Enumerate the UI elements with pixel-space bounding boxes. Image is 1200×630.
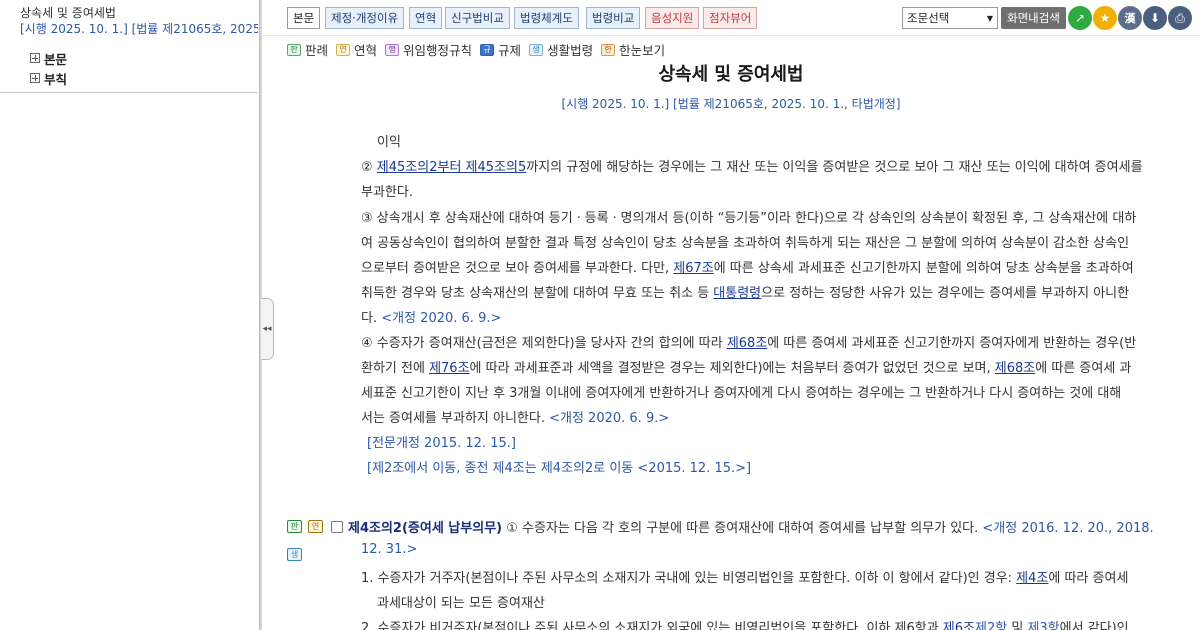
collapse-sidebar-button[interactable]: ◂◂ xyxy=(261,298,274,360)
law-compare-button[interactable]: 법령비교 xyxy=(586,7,641,29)
body-line: 이익 xyxy=(377,135,401,150)
article-select-value: 조문선택 xyxy=(907,11,950,25)
article-4-2-line: 제4조의2(증여세 납부의무) ① 수증자는 다음 각 호의 구분에 따른 증여… xyxy=(348,521,1154,536)
article-link[interactable]: 제67조 xyxy=(673,261,713,276)
legend-history[interactable]: 연 연혁 xyxy=(336,40,377,59)
legend-delegated-rules[interactable]: 행 위임행정규칙 xyxy=(385,40,472,59)
article-link[interactable]: 제68조 xyxy=(727,336,767,351)
amendment-link[interactable]: <개정 2020. 6. 9.> xyxy=(549,411,669,426)
paragraph-4-line: 환하기 전에 제76조에 따라 과세표준과 세액을 결정받은 경우는 제외한다)… xyxy=(361,361,1132,376)
sidebar-law-title[interactable]: 상속세 및 증여세법 xyxy=(20,4,116,21)
paragraph-4-line: 서는 증여세를 부과하지 아니한다. <개정 2020. 6. 9.> xyxy=(361,411,670,426)
page-title: 상속세 및 증여세법 xyxy=(658,64,804,85)
item-1-line: 과세대상이 되는 모든 증여재산 xyxy=(377,596,545,611)
tree-item-main[interactable]: 본문 xyxy=(30,48,67,68)
old-new-compare-button[interactable]: 신구법비교 xyxy=(445,7,510,29)
revision-note: [제2조에서 이동, 종전 제4조는 제4조의2로 이동 <2015. 12. … xyxy=(367,461,752,476)
legend-regulation[interactable]: 규 규제 xyxy=(480,40,521,59)
revision-note: [전문개정 2015. 12. 15.] xyxy=(367,436,516,451)
history-button[interactable]: 연혁 xyxy=(409,7,443,29)
legend-precedent[interactable]: 판 판례 xyxy=(287,40,328,59)
expand-plus-icon[interactable] xyxy=(30,73,40,83)
paragraph-link[interactable]: 제3항 xyxy=(1027,621,1059,630)
paragraph-4-line: 세표준 신고기한이 지난 후 3개월 이내에 증여자에게 반환하거나 증여자에게… xyxy=(361,386,1122,401)
paragraph-3-line: 다. <개정 2020. 6. 9.> xyxy=(361,311,502,326)
chevron-down-icon: ▼ xyxy=(986,13,993,23)
article-select[interactable]: 조문선택 ▼ xyxy=(902,7,998,29)
sidebar-tree: 본문 부칙 xyxy=(30,48,67,88)
sidebar-divider xyxy=(0,92,258,93)
tree-item-addendum[interactable]: 부칙 xyxy=(30,68,67,88)
page-subtitle: [시행 2025. 10. 1.] [법률 제21065호, 2025. 10.… xyxy=(561,97,901,111)
amendment-link[interactable]: <개정 2016. 12. 20., 2018. xyxy=(982,521,1153,536)
item-2-line: 2. 수증자가 비거주자(본점이나 주된 사무소의 소재지가 외국에 있는 비영… xyxy=(361,617,1129,630)
amendment-reason-button[interactable]: 제정·개정이유 xyxy=(325,7,405,29)
decree-link[interactable]: 대통령령 xyxy=(713,286,761,301)
share-icon[interactable]: ↗ xyxy=(1068,6,1092,30)
paragraph-3-line: 으로부터 증여받은 것으로 보아 증여세를 부과한다. 다만, 제67조에 따른… xyxy=(361,261,1134,276)
precedent-badge-icon[interactable]: 판 xyxy=(287,520,302,533)
paragraph-3-line: 취득한 경우와 당초 상속재산의 분할에 대하여 무효 또는 취소 등 대통령령… xyxy=(361,286,1130,301)
living-law-badge-icon[interactable]: 생 xyxy=(287,548,302,561)
legend-overview[interactable]: 한 한눈보기 xyxy=(601,40,665,59)
law-hierarchy-button[interactable]: 법령체계도 xyxy=(514,7,579,29)
badge-legend: 판 판례 연 연혁 행 위임행정규칙 규 규제 생 생활법령 한 한눈보기 xyxy=(287,40,673,59)
article-link[interactable]: 제4조 xyxy=(1016,571,1048,586)
amendment-link[interactable]: 12. 31.> xyxy=(361,542,417,557)
delegated-rule-badge-icon: 행 xyxy=(385,43,400,56)
search-in-page-button[interactable]: 화면내검색 xyxy=(1001,7,1066,29)
amendment-link[interactable]: <개정 2020. 6. 9.> xyxy=(381,311,501,326)
paragraph-3-line: 여 공동상속인이 협의하여 분할한 결과 특정 상속인이 당초 상속분을 초과하… xyxy=(361,236,1130,251)
toolbar: 본문 제정·개정이유 연혁 신구법비교 법령체계도 법령비교 음성지원 점자뷰어… xyxy=(262,0,1200,36)
double-chevron-left-icon: ◂◂ xyxy=(262,324,272,334)
living-law-badge-icon: 생 xyxy=(529,43,544,56)
article-4-2-line: 12. 31.> xyxy=(361,542,417,557)
hanja-icon[interactable]: 漢 xyxy=(1118,6,1142,30)
sidebar: 상속세 및 증여세법 [시행 2025. 10. 1.] [법률 제21065호… xyxy=(0,0,258,630)
voice-support-button[interactable]: 음성지원 xyxy=(645,7,700,29)
tree-item-label: 본문 xyxy=(44,51,68,67)
history-badge-icon: 연 xyxy=(336,43,351,56)
regulation-badge-icon: 규 xyxy=(480,43,495,56)
overview-badge-icon: 한 xyxy=(601,43,616,56)
main-text-button[interactable]: 본문 xyxy=(287,7,321,29)
paragraph-4-line: ④ 수증자가 증여재산(금전은 제외한다)을 당사자 간의 합의에 따라 제68… xyxy=(361,336,1137,351)
paragraph-2-line: 부과한다. xyxy=(361,185,413,200)
paragraph-3-line: ③ 상속개시 후 상속재산에 대하여 등기ㆍ등록ㆍ명의개서 등(이하 “등기등”… xyxy=(361,211,1137,226)
expand-plus-icon[interactable] xyxy=(30,53,40,63)
article-link[interactable]: 제6조 xyxy=(943,621,975,630)
article-link[interactable]: 제68조 xyxy=(995,361,1035,376)
article-link[interactable]: 제45조의2부터 제45조의5 xyxy=(377,160,526,175)
paragraph-link[interactable]: 제2항 xyxy=(975,621,1007,630)
article-link[interactable]: 제76조 xyxy=(429,361,469,376)
favorite-star-icon[interactable]: ★ xyxy=(1093,6,1117,30)
article-title: 제4조의2(증여세 납부의무) xyxy=(348,521,503,536)
tree-item-label: 부칙 xyxy=(44,71,68,87)
sidebar-law-meta: [시행 2025. 10. 1.] [법률 제21065호, 2025. 10.… xyxy=(20,22,258,36)
article-checkbox[interactable] xyxy=(331,521,343,533)
print-icon[interactable]: ⎙ xyxy=(1168,6,1192,30)
download-icon[interactable]: ⬇ xyxy=(1143,6,1167,30)
item-1-line: 1. 수증자가 거주자(본점이나 주된 사무소의 소재지가 국내에 있는 비영리… xyxy=(361,571,1129,586)
history-badge-icon[interactable]: 연 xyxy=(308,520,323,533)
paragraph-2-line: ② 제45조의2부터 제45조의5까지의 규정에 해당하는 경우에는 그 재산 … xyxy=(361,160,1143,175)
precedent-badge-icon: 판 xyxy=(287,43,301,56)
braille-viewer-button[interactable]: 점자뷰어 xyxy=(703,7,758,29)
legend-living-law[interactable]: 생 생활법령 xyxy=(529,40,593,59)
